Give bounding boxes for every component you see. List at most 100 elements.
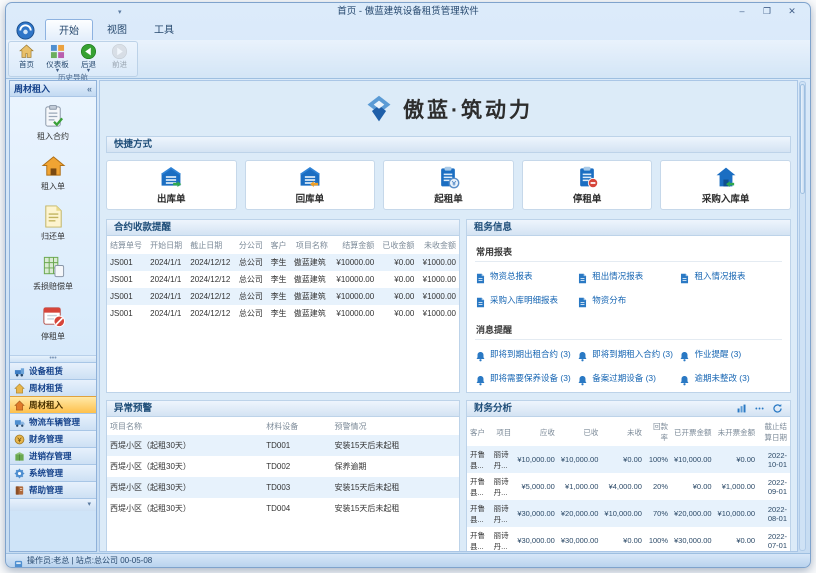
- column-header[interactable]: 已收金额: [377, 236, 417, 254]
- column-header[interactable]: 未开票金额: [715, 417, 759, 446]
- table-row[interactable]: 西堤小区（起租30天）TD004安装15天后未起租: [107, 498, 459, 519]
- column-header[interactable]: 截止日期: [187, 236, 236, 254]
- sidebar-shortcut[interactable]: 停租单: [41, 304, 66, 342]
- column-header[interactable]: 开始日期: [147, 236, 187, 254]
- sidebar-nav-item[interactable]: 设备租赁: [10, 362, 96, 379]
- sidebar-shortcut[interactable]: 丢损赔偿单: [33, 254, 73, 292]
- vertical-scrollbar[interactable]: [799, 81, 806, 551]
- sidebar-nav: 设备租赁 周材租赁 周材租入 物流车辆管理: [10, 362, 96, 498]
- status-text: 操作员:老总 | 站点:总公司 00-05-08: [27, 555, 152, 566]
- sidebar-nav-item[interactable]: 周材租赁: [10, 379, 96, 396]
- minimize-button[interactable]: –: [731, 6, 753, 18]
- column-header[interactable]: 未收金额: [417, 236, 459, 254]
- report-doc-icon: [577, 271, 588, 282]
- column-header[interactable]: 回款率: [645, 417, 671, 446]
- quick-action-card[interactable]: 起租单: [383, 160, 514, 210]
- column-header[interactable]: 应收: [514, 417, 558, 446]
- column-header[interactable]: 已收: [558, 417, 602, 446]
- report-link[interactable]: 物资分布: [577, 288, 679, 312]
- column-header[interactable]: 预警情况: [332, 417, 459, 435]
- table-cell: 丽诗丹...: [491, 500, 515, 527]
- close-button[interactable]: ✕: [781, 6, 803, 18]
- column-header[interactable]: 结算单号: [107, 236, 147, 254]
- column-header-label: 项目名称: [110, 422, 142, 431]
- report-link[interactable]: 采购入库明细报表: [475, 288, 577, 312]
- ribbon-button[interactable]: 首页: [11, 42, 42, 73]
- table-row[interactable]: JS0012024/1/12024/12/12总公司李生傲蓝建筑¥10000.0…: [107, 288, 459, 305]
- ribbon-tab[interactable]: 视图: [94, 19, 140, 40]
- collapse-panel-icon[interactable]: «: [87, 81, 92, 96]
- message-link[interactable]: 备案过期设备 (3): [577, 366, 679, 390]
- column-header[interactable]: 已开票金额: [671, 417, 715, 446]
- report-link[interactable]: 租出情况报表: [577, 264, 679, 288]
- ribbon-button[interactable]: 前进: [104, 42, 135, 73]
- ribbon-tab[interactable]: 开始: [45, 19, 93, 40]
- table-cell: ¥30,000.00: [514, 500, 558, 527]
- finance-tool-icon[interactable]: [772, 403, 783, 414]
- messages-subheader: 消息提醒: [475, 320, 782, 340]
- report-link[interactable]: 租入情况报表: [679, 264, 781, 288]
- report-doc-icon: [679, 271, 690, 282]
- quick-action-card[interactable]: 采购入库单: [660, 160, 791, 210]
- sidebar-nav-item[interactable]: 进销存管理: [10, 447, 96, 464]
- ribbon-tab[interactable]: 工具: [141, 19, 187, 40]
- report-link[interactable]: 物资总报表: [475, 264, 577, 288]
- status-icon: [14, 556, 23, 565]
- message-link[interactable]: 逾期未整改 (3): [679, 366, 781, 390]
- ribbon-button[interactable]: 后退 ▼: [73, 42, 104, 73]
- table-cell: ¥10000.00: [331, 288, 377, 305]
- sidebar-options-caret[interactable]: ▾: [10, 498, 96, 511]
- column-header[interactable]: 项目: [491, 417, 515, 446]
- finance-tool-icon[interactable]: [754, 403, 765, 414]
- sidebar-nav-item[interactable]: 系统管理: [10, 464, 96, 481]
- message-link[interactable]: 即将需要保养设备 (3): [475, 366, 577, 390]
- maximize-button[interactable]: ❐: [756, 6, 778, 18]
- sidebar-nav-item[interactable]: 物流车辆管理: [10, 413, 96, 430]
- quick-action-card[interactable]: 停租单: [522, 160, 653, 210]
- table-row[interactable]: 开鲁县...丽诗丹...¥5,000.00¥1,000.00¥4,000.002…: [467, 473, 790, 500]
- column-header[interactable]: 客户: [467, 417, 491, 446]
- table-row[interactable]: 开鲁县...丽诗丹...¥10,000.00¥10,000.00¥0.00100…: [467, 446, 790, 473]
- table-row[interactable]: 西堤小区（起租30天）TD001安装15天后未起租: [107, 435, 459, 456]
- finance-panel: 客户项目应收已收未收回款率已开票金额未开票金额截止结算日期 开鲁县...丽诗丹.…: [466, 417, 791, 552]
- table-row[interactable]: 开鲁县...丽诗丹...¥30,000.00¥30,000.00¥0.00100…: [467, 527, 790, 552]
- table-cell: 开鲁县...: [467, 527, 491, 552]
- column-header[interactable]: 结算金额: [331, 236, 377, 254]
- message-link[interactable]: 作业提醒 (3): [679, 342, 781, 366]
- scrollbar-thumb[interactable]: [800, 84, 805, 194]
- column-header[interactable]: 未收: [601, 417, 645, 446]
- quick-action-card[interactable]: 出库单: [106, 160, 237, 210]
- sidebar-nav-item[interactable]: 周材租入: [10, 396, 96, 413]
- table-row[interactable]: 西堤小区（起租30天）TD003安装15天后未起租: [107, 477, 459, 498]
- quick-action-card[interactable]: 回库单: [245, 160, 376, 210]
- message-links: 即将到期出租合约 (3) 即将到期租入合约 (3) 作业提醒 (3): [467, 340, 790, 392]
- sidebar-nav-item[interactable]: 财务管理: [10, 430, 96, 447]
- table-cell: 总公司: [236, 305, 268, 322]
- table-cell: ¥5,000.00: [514, 473, 558, 500]
- sidebar-splitter[interactable]: •••: [10, 355, 96, 362]
- title-bar[interactable]: ▾ 首页 - 傲蓝建筑设备租赁管理软件 – ❐ ✕: [6, 3, 810, 20]
- table-cell: JS001: [107, 288, 147, 305]
- sidebar-shortcut[interactable]: 租入合约: [37, 104, 69, 142]
- table-row[interactable]: 开鲁县...丽诗丹...¥30,000.00¥20,000.00¥10,000.…: [467, 500, 790, 527]
- finance-tool-icon[interactable]: [736, 403, 747, 414]
- column-header-label: 项目名称: [296, 241, 328, 250]
- sidebar-shortcut[interactable]: 归还单: [41, 204, 66, 242]
- column-header[interactable]: 分公司: [236, 236, 268, 254]
- table-row[interactable]: JS0012024/1/12024/12/12总公司李生傲蓝建筑¥10000.0…: [107, 271, 459, 288]
- message-link[interactable]: 即将到期出租合约 (3): [475, 342, 577, 366]
- table-row[interactable]: JS0012024/1/12024/12/12总公司李生傲蓝建筑¥10000.0…: [107, 254, 459, 271]
- column-header[interactable]: 截止结算日期: [758, 417, 790, 446]
- column-header[interactable]: 客户: [268, 236, 291, 254]
- app-logo-icon[interactable]: [16, 21, 35, 40]
- sidebar-shortcut[interactable]: 租入单: [41, 154, 66, 192]
- column-header[interactable]: 材料设备: [263, 417, 331, 435]
- message-link[interactable]: 即将到期租入合约 (3): [577, 342, 679, 366]
- column-header[interactable]: 项目名称: [291, 236, 331, 254]
- sidebar-nav-item[interactable]: 帮助管理: [10, 481, 96, 498]
- column-header[interactable]: 项目名称: [107, 417, 263, 435]
- window-title: 首页 - 傲蓝建筑设备租赁管理软件: [337, 6, 478, 17]
- ribbon-button[interactable]: 仪表板 ▼: [42, 42, 73, 73]
- table-row[interactable]: JS0012024/1/12024/12/12总公司李生傲蓝建筑¥10000.0…: [107, 305, 459, 322]
- table-row[interactable]: 西堤小区（起租30天）TD002保养逾期: [107, 456, 459, 477]
